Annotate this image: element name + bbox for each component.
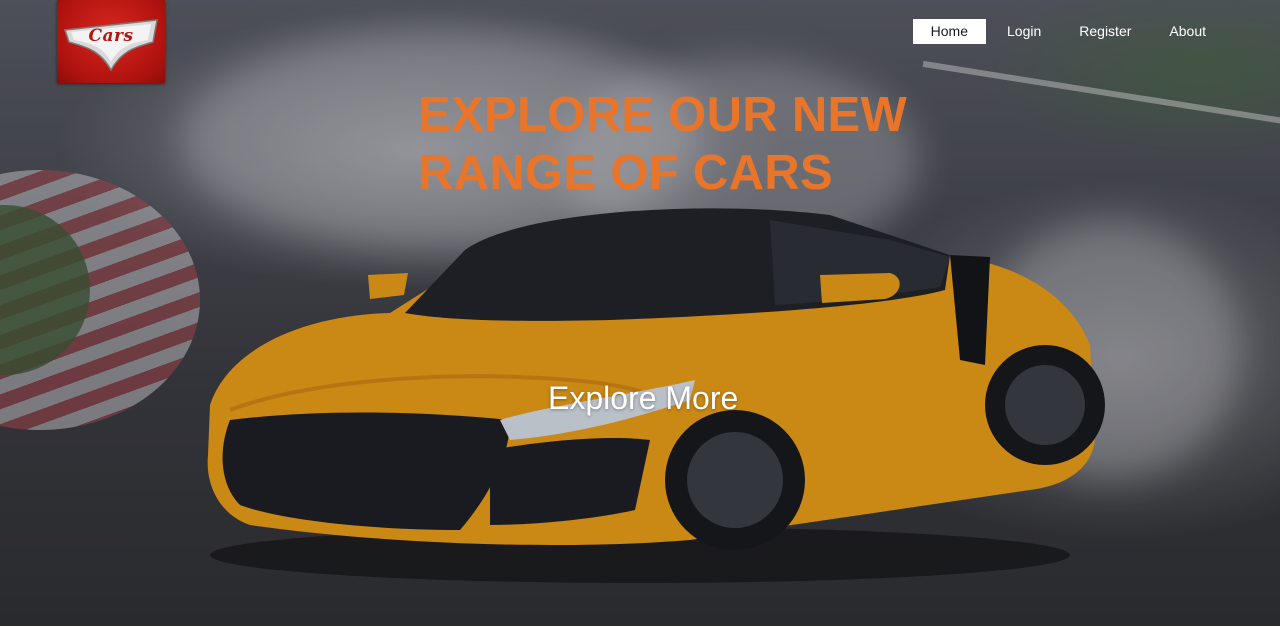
nav-home[interactable]: Home xyxy=(912,19,986,44)
explore-more-link[interactable]: Explore More xyxy=(548,380,738,417)
nav-register[interactable]: Register xyxy=(1060,19,1150,44)
hero-headline-line1: EXPLORE OUR NEW xyxy=(418,88,908,142)
brand-logo[interactable]: Cars xyxy=(57,0,165,83)
brand-logo-text: Cars xyxy=(88,26,134,46)
hero-headline-line2: RANGE OF CARS xyxy=(418,146,833,200)
main-nav: Home Login Register About xyxy=(912,19,1225,44)
hero-section: Cars Home Login Register About EXPLORE O… xyxy=(0,0,1280,626)
nav-login[interactable]: Login xyxy=(988,19,1060,44)
hero-headline: EXPLORE OUR NEW RANGE OF CARS xyxy=(418,86,907,202)
nav-about[interactable]: About xyxy=(1150,19,1225,44)
